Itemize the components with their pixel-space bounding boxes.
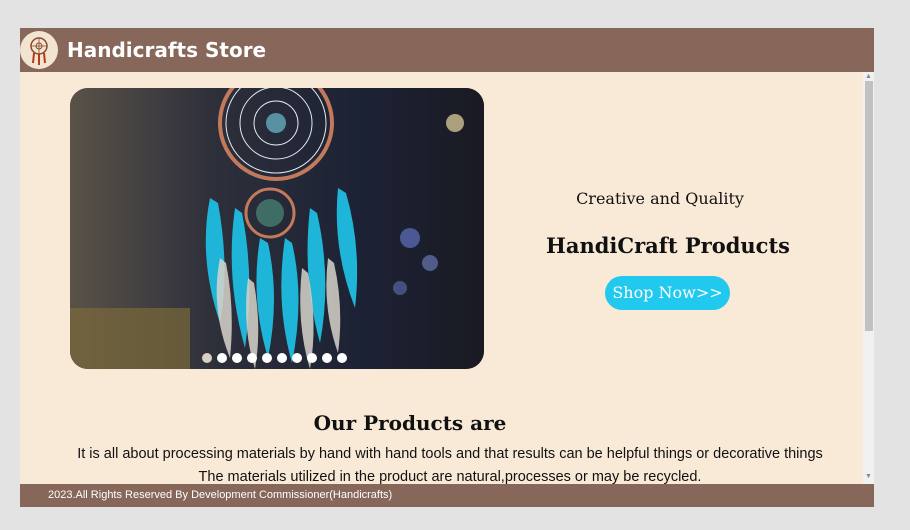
app-window: Handicrafts Store Creative and Quality H…: [20, 28, 874, 507]
scroll-down-arrow-icon[interactable]: ▼: [863, 472, 874, 481]
dreamcatcher-logo-icon[interactable]: [20, 31, 58, 69]
footer-bar: 2023.All Rights Reserved By Development …: [20, 484, 874, 507]
hero-tagline: Creative and Quality: [576, 189, 744, 208]
carousel-dot[interactable]: [202, 353, 212, 363]
footer-copyright: 2023.All Rights Reserved By Development …: [48, 489, 393, 501]
carousel-dot[interactable]: [307, 353, 317, 363]
scrollbar-thumb[interactable]: [865, 81, 873, 331]
carousel-dot[interactable]: [337, 353, 347, 363]
carousel-dot[interactable]: [232, 353, 242, 363]
carousel-dot[interactable]: [322, 353, 332, 363]
hero-carousel-image[interactable]: [70, 88, 484, 369]
carousel-dot[interactable]: [247, 353, 257, 363]
products-description-line2: The materials utilized in the product ar…: [198, 469, 702, 485]
header-bar: Handicrafts Store: [20, 28, 874, 72]
carousel-dot[interactable]: [262, 353, 272, 363]
dreamcatcher-photo: [70, 88, 484, 369]
products-description-line1: It is all about processing materials by …: [77, 446, 823, 462]
shop-now-button[interactable]: Shop Now>>: [605, 276, 730, 310]
hero-headline: HandiCraft Products: [546, 233, 790, 258]
products-section-title: Our Products are: [313, 411, 507, 435]
carousel-indicators: [202, 353, 347, 363]
scroll-up-arrow-icon[interactable]: ▲: [863, 72, 874, 81]
carousel-dot[interactable]: [292, 353, 302, 363]
carousel-dot[interactable]: [277, 353, 287, 363]
brand-title[interactable]: Handicrafts Store: [67, 38, 266, 62]
carousel-dot[interactable]: [217, 353, 227, 363]
